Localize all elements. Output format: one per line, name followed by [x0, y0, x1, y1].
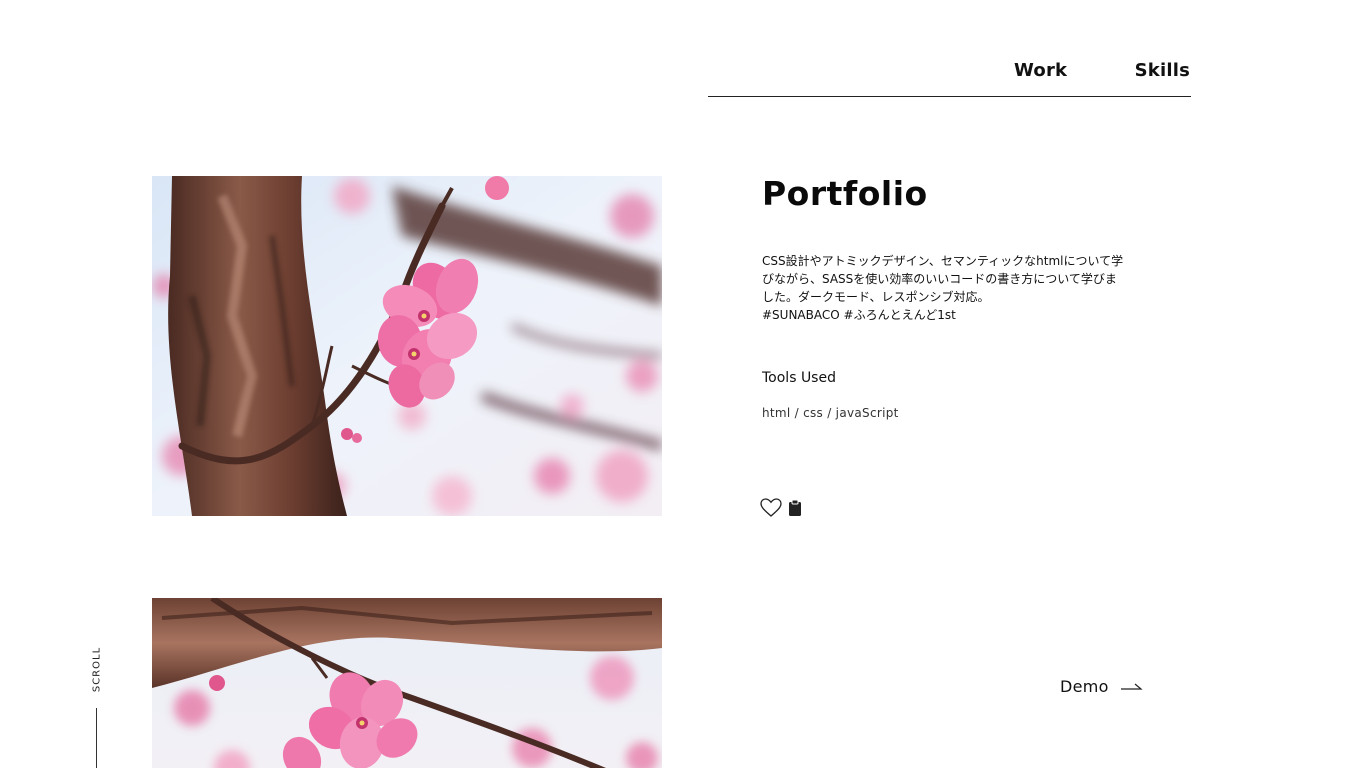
scroll-line — [96, 708, 97, 768]
tools-heading: Tools Used — [762, 370, 836, 386]
description-line: した。ダークモード、レスポンシブ対応。 — [762, 290, 990, 304]
demo-label: Demo — [1060, 676, 1109, 696]
header-nav: Work Skills — [708, 52, 1191, 97]
page: Work Skills Portfolio CSS設計やアトミックデザイン、セマ… — [0, 0, 1366, 768]
clipboard-icon[interactable] — [788, 499, 802, 517]
description-hashtags: #SUNABACO #ふろんとえんど1st — [762, 308, 956, 322]
project-description: CSS設計やアトミックデザイン、セマンティックなhtmlについて学 びながら、S… — [762, 252, 1142, 324]
scroll-label: SCROLL — [91, 646, 103, 693]
project-title: Portfolio — [762, 174, 928, 213]
project-photo-cherry-blossom — [152, 176, 662, 516]
project-photo-cherry-blossom-2 — [152, 598, 662, 768]
tools-list: html / css / javaScript — [762, 406, 899, 420]
nav-link-skills[interactable]: Skills — [1135, 60, 1190, 81]
description-line: CSS設計やアトミックデザイン、セマンティックなhtmlについて学 — [762, 254, 1124, 268]
arrow-right-icon — [1120, 677, 1143, 696]
demo-link[interactable]: Demo — [1060, 675, 1143, 697]
description-line: びながら、SASSを使い効率のいいコードの書き方について学びま — [762, 272, 1117, 286]
heart-icon[interactable] — [760, 498, 782, 518]
nav-link-work[interactable]: Work — [1014, 60, 1067, 81]
